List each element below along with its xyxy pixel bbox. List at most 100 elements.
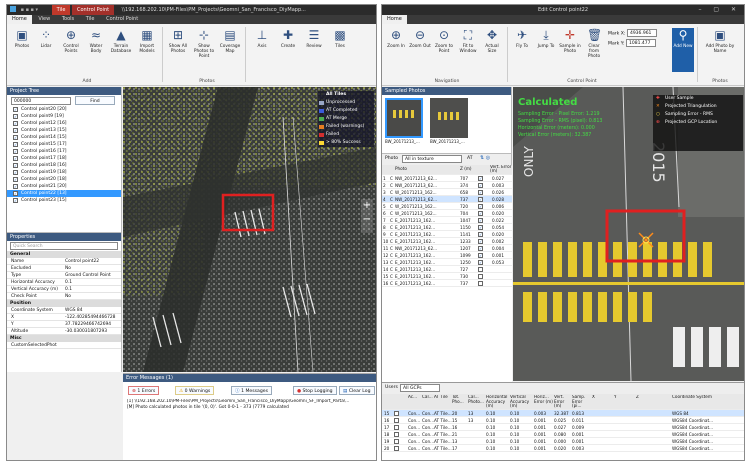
- photo-row[interactable]: 9 C E_20171213_162... 1141 ✓ 0.020: [382, 231, 512, 238]
- filter-icon[interactable]: ⇅ ◎: [480, 155, 490, 161]
- errors-filter-button[interactable]: ⊗ 1 Errors: [128, 386, 160, 395]
- gcp-filter-select[interactable]: All GCPs: [400, 384, 440, 392]
- gcp-column-header[interactable]: AT Tile: [434, 395, 452, 400]
- messages-filter-button[interactable]: ⓘ 1 Messages: [231, 386, 272, 395]
- gcp-row-checkbox[interactable]: [394, 439, 399, 444]
- property-category[interactable]: Position: [7, 300, 121, 307]
- warnings-filter-button[interactable]: ⚠ 0 Warnings: [175, 386, 215, 395]
- clear-log-button[interactable]: ▤ Clear Log: [339, 386, 375, 395]
- photo-viewer[interactable]: 2015 ONLY Calculated Sampling Error - Pi…: [513, 87, 744, 381]
- show-all-photos-button[interactable]: ⊞ Show All Photos: [167, 28, 189, 72]
- photo-row[interactable]: 13 C E_20171213_162... 1250 ✓ 0.053: [382, 259, 512, 266]
- photo-row-checkbox[interactable]: ✓: [478, 183, 483, 188]
- tree-item-checkbox[interactable]: ✓: [13, 107, 18, 112]
- zoom-out-button[interactable]: −: [361, 213, 373, 227]
- mark-x-input[interactable]: 4936.961: [626, 29, 657, 37]
- mark-y-input[interactable]: 1081.477: [626, 38, 656, 47]
- zoom-out-button[interactable]: ⊖ Zoom Out: [409, 28, 431, 72]
- photo-row[interactable]: 8 C E_20171213_162... 1150 ✓ 0.054: [382, 224, 512, 231]
- tree-item-checkbox[interactable]: ✓: [13, 128, 18, 133]
- create-button[interactable]: ✚ Create: [277, 28, 299, 72]
- gcp-row[interactable]: 20 Con... Con... AT Tile... 17 0.10 0.10 0.001 0…: [382, 445, 744, 452]
- add-photo-by-name-button[interactable]: ▣ Add Photo by Name: [702, 28, 738, 72]
- tiles-button[interactable]: ▩ Tiles: [329, 28, 351, 72]
- photo-row-checkbox[interactable]: ✓: [478, 204, 483, 209]
- axis-button[interactable]: ⊥ Axis: [251, 28, 273, 72]
- photo-row[interactable]: 16 C E_20171213_162... 737: [382, 280, 512, 287]
- tab-control-point[interactable]: Control Point: [101, 15, 143, 24]
- tree-item-control-point[interactable]: ✓ Control point23 [15]: [7, 197, 121, 204]
- photo-row-checkbox[interactable]: [478, 274, 483, 279]
- photo-row-checkbox[interactable]: ✓: [478, 260, 483, 265]
- lidar-button[interactable]: ⁘ Lidar: [35, 28, 57, 72]
- tree-item-checkbox[interactable]: ✓: [13, 149, 18, 154]
- context-tab-control-point[interactable]: Control Point: [72, 5, 115, 15]
- find-button[interactable]: Find: [75, 96, 115, 105]
- photo-row-checkbox[interactable]: ✓: [478, 211, 483, 216]
- photo-row-checkbox[interactable]: ✓: [478, 218, 483, 223]
- gcp-column-header[interactable]: Horizontal Accuracy (m): [486, 395, 510, 409]
- gcp-column-header[interactable]: X: [592, 395, 614, 400]
- tree-item-control-point[interactable]: ✓ Control point13 [15]: [7, 127, 121, 134]
- tab-home[interactable]: Home: [7, 15, 32, 24]
- photo-row[interactable]: 14 C E_20171213_162... 727: [382, 266, 512, 273]
- tree-item-control-point[interactable]: ✓ Control point20 [18]: [7, 176, 121, 183]
- fit-to-window-button[interactable]: ⛶ Fit to Window: [457, 28, 479, 72]
- tree-item-checkbox[interactable]: ✓: [13, 163, 18, 168]
- tab-tools[interactable]: Tools: [57, 15, 79, 24]
- quick-access-icon[interactable]: ▪ ▪ ▪ ▾: [21, 7, 38, 13]
- tree-item-checkbox[interactable]: ✓: [13, 170, 18, 175]
- terrain-database-button[interactable]: ▲ Terrain Database: [110, 28, 132, 72]
- show-photos-to-point-button[interactable]: ⊹ Show Photos to Point: [193, 28, 215, 72]
- photo-filter-select[interactable]: All in texture: [402, 155, 462, 163]
- gcp-column-header[interactable]: Samp. Error (pi...: [572, 395, 592, 409]
- project-tree-search-input[interactable]: 000000: [11, 97, 71, 105]
- photo-row[interactable]: 12 C E_20171213_162... 1099 ✓ 0.001: [382, 252, 512, 259]
- photo-row[interactable]: 7 C E_20171213_162... 1047 ✓ 0.022: [382, 217, 512, 224]
- gcp-column-header[interactable]: Cal... Photo...: [468, 395, 486, 404]
- photo-row[interactable]: 6 C W_20171213_162... 704 ✓ 0.020: [382, 210, 512, 217]
- property-row[interactable]: Horizontal Accuracy 0.1: [7, 279, 121, 286]
- tree-item-control-point[interactable]: ✓ Control point17 [18]: [7, 155, 121, 162]
- tree-item-checkbox[interactable]: ✓: [13, 191, 18, 196]
- gcp-row-checkbox[interactable]: [394, 411, 399, 416]
- properties-search-input[interactable]: Quick Search: [10, 242, 118, 250]
- gcp-column-header[interactable]: Vertical Accuracy (m): [510, 395, 534, 409]
- tree-item-control-point[interactable]: ✓ Control point16 [17]: [7, 148, 121, 155]
- property-category[interactable]: General: [7, 251, 121, 258]
- gcp-column-header[interactable]: Cal...: [422, 395, 434, 400]
- gcp-column-header[interactable]: Y: [614, 395, 636, 400]
- sampled-photo-thumb[interactable]: [385, 98, 423, 138]
- tab-home[interactable]: Home: [382, 15, 407, 24]
- tree-item-checkbox[interactable]: ✓: [13, 114, 18, 119]
- tab-view[interactable]: View: [33, 15, 55, 24]
- gcp-column-header[interactable]: Vert. Error (m): [554, 395, 572, 409]
- photo-row-checkbox[interactable]: [478, 267, 483, 272]
- gcp-column-header[interactable]: Z: [636, 395, 672, 400]
- photo-row[interactable]: 3 C W_20171213_162... 658 ✓ 0.026: [382, 189, 512, 196]
- gcp-column-header[interactable]: Tot. Pho...: [452, 395, 468, 404]
- property-row[interactable]: Excluded No: [7, 265, 121, 272]
- property-row[interactable]: Check Point No: [7, 293, 121, 300]
- tree-item-control-point[interactable]: ✓ Control point9 [19]: [7, 113, 121, 120]
- photo-row-checkbox[interactable]: [478, 281, 483, 286]
- photo-row-checkbox[interactable]: ✓: [478, 246, 483, 251]
- context-tab-tile[interactable]: Tile: [51, 5, 71, 15]
- photo-row-checkbox[interactable]: ✓: [478, 176, 483, 181]
- import-models-button[interactable]: ▦ Import Models: [136, 28, 158, 72]
- zoom-in-button[interactable]: +: [361, 199, 373, 213]
- tree-item-control-point[interactable]: ✓ Control point12 [16]: [7, 120, 121, 127]
- photo-row-checkbox[interactable]: ✓: [478, 190, 483, 195]
- clear-from-photo-button[interactable]: 🗑 Clear from Photo: [583, 28, 605, 72]
- control-points-button[interactable]: ⊕ Control Points: [60, 28, 82, 72]
- gcp-row[interactable]: 17 Con... Con... AT Tile... 16 0.10 0.10 0.001 0…: [382, 424, 744, 431]
- actual-size-button[interactable]: ✥ Actual Size: [481, 28, 503, 72]
- property-row[interactable]: X -122.40285494466728: [7, 314, 121, 321]
- photo-row[interactable]: 1 C NW_20171213_62... 707 ✓ 0.027: [382, 175, 512, 182]
- gcp-row-checkbox[interactable]: [394, 446, 399, 451]
- property-row[interactable]: Y 37.78229466742694: [7, 321, 121, 328]
- photo-row[interactable]: 11 C NW_20171213_62... 1207 ✓ 0.004: [382, 245, 512, 252]
- photos-button[interactable]: ▣ Photos: [11, 28, 33, 72]
- stop-logging-button[interactable]: ● Stop Logging: [293, 386, 337, 395]
- gcp-column-header[interactable]: Ac...: [408, 395, 422, 400]
